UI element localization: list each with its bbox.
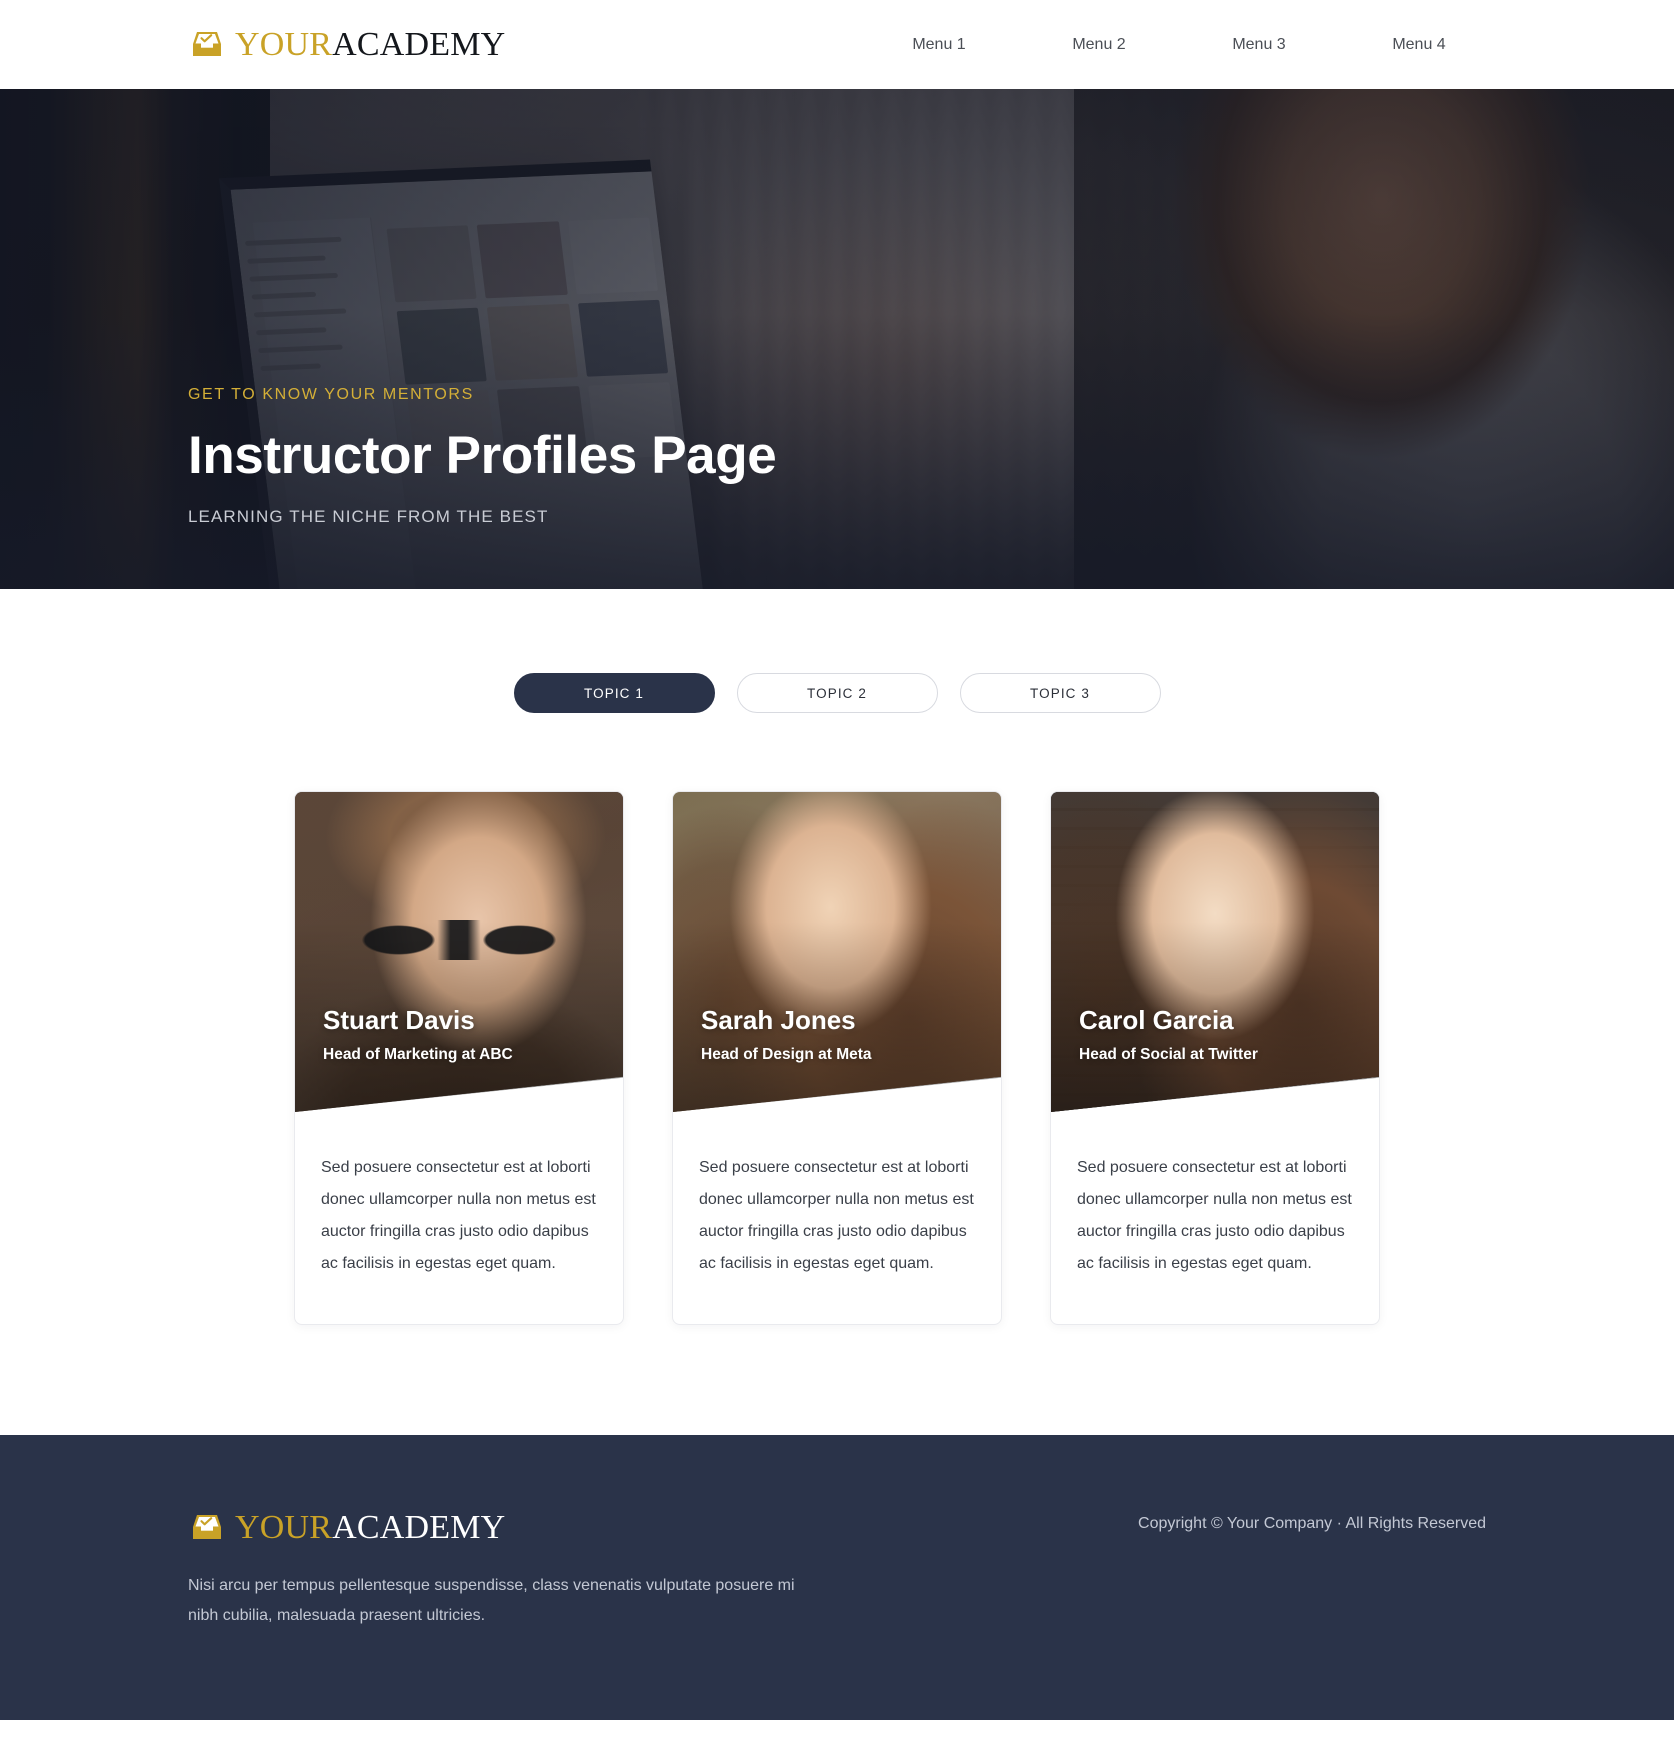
instructor-bio: Sed posuere consectetur est at loborti d… [699,1159,974,1272]
instructor-photo-wrap: Carol Garcia Head of Social at Twitter [1051,792,1379,1112]
tab-topic-2[interactable]: TOPIC 2 [736,673,938,713]
page-root: YOURACADEMY Menu 1 Menu 2 Menu 3 Menu 4 [0,0,1674,1721]
main-content: TOPIC 1 TOPIC 2 TOPIC 3 Stuart Davis Hea… [0,589,1674,1435]
brand-text-second: ACADEMY [332,25,506,63]
footer-brand-text-second: ACADEMY [332,1509,506,1546]
main-nav: Menu 1 Menu 2 Menu 3 Menu 4 [859,36,1674,53]
instructor-caption: Carol Garcia Head of Social at Twitter [1079,1005,1363,1064]
brand-logo[interactable]: YOURACADEMY [188,25,506,63]
instructor-card[interactable]: Stuart Davis Head of Marketing at ABC Se… [294,791,624,1325]
inbox-check-icon [193,31,221,56]
page-title: Instructor Profiles Page [188,425,777,485]
nav-item-menu-2[interactable]: Menu 2 [1019,36,1179,53]
instructor-name: Sarah Jones [701,1005,856,1036]
instructor-bio: Sed posuere consectetur est at loborti d… [1077,1159,1352,1272]
instructor-caption: Stuart Davis Head of Marketing at ABC [323,1005,607,1064]
tab-topic-1[interactable]: TOPIC 1 [513,673,715,713]
copyright-text: Copyright © Your Company · All Rights Re… [1138,1515,1486,1532]
hero-banner: GET TO KNOW YOUR MENTORS Instructor Prof… [0,89,1674,589]
site-footer: YOURACADEMY Nisi arcu per tempus pellent… [0,1435,1674,1721]
tab-topic-3[interactable]: TOPIC 3 [959,673,1161,713]
instructor-role: Head of Social at Twitter [1079,1046,1258,1063]
topic-tabs: TOPIC 1 TOPIC 2 TOPIC 3 [0,673,1674,713]
instructor-body: Sed posuere consectetur est at loborti d… [1051,1112,1379,1324]
instructor-photo-wrap: Sarah Jones Head of Design at Meta [673,792,1001,1112]
instructor-role: Head of Marketing at ABC [323,1046,513,1063]
site-header: YOURACADEMY Menu 1 Menu 2 Menu 3 Menu 4 [0,0,1674,89]
nav-item-menu-4[interactable]: Menu 4 [1339,36,1499,53]
instructor-card[interactable]: Carol Garcia Head of Social at Twitter S… [1050,791,1380,1325]
footer-brand-text-first: YOUR [235,1509,333,1546]
footer-brand-text: YOURACADEMY [235,1511,505,1545]
instructor-body: Sed posuere consectetur est at loborti d… [673,1112,1001,1324]
instructor-card-grid: Stuart Davis Head of Marketing at ABC Se… [0,791,1674,1325]
instructor-card[interactable]: Sarah Jones Head of Design at Meta Sed p… [672,791,1002,1325]
instructor-body: Sed posuere consectetur est at loborti d… [295,1112,623,1324]
hero-eyebrow: GET TO KNOW YOUR MENTORS [188,385,474,403]
hero-subtitle: LEARNING THE NICHE FROM THE BEST [188,507,549,526]
instructor-name: Carol Garcia [1079,1005,1234,1036]
instructor-role: Head of Design at Meta [701,1046,872,1063]
instructor-bio: Sed posuere consectetur est at loborti d… [321,1159,596,1272]
hero-content: GET TO KNOW YOUR MENTORS Instructor Prof… [188,386,1288,589]
instructor-caption: Sarah Jones Head of Design at Meta [701,1005,985,1064]
footer-description: Nisi arcu per tempus pellentesque suspen… [188,1577,795,1624]
footer-brand-logo[interactable]: YOURACADEMY [188,1511,828,1545]
instructor-name: Stuart Davis [323,1005,475,1036]
inbox-check-icon [193,1515,221,1539]
brand-text: YOURACADEMY [235,25,506,63]
nav-item-menu-3[interactable]: Menu 3 [1179,36,1339,53]
nav-item-menu-1[interactable]: Menu 1 [859,36,1019,53]
footer-right-column: Copyright © Your Company · All Rights Re… [1138,1511,1486,1533]
footer-left-column: YOURACADEMY Nisi arcu per tempus pellent… [188,1511,828,1630]
instructor-photo-wrap: Stuart Davis Head of Marketing at ABC [295,792,623,1112]
brand-text-first: YOUR [235,25,333,63]
